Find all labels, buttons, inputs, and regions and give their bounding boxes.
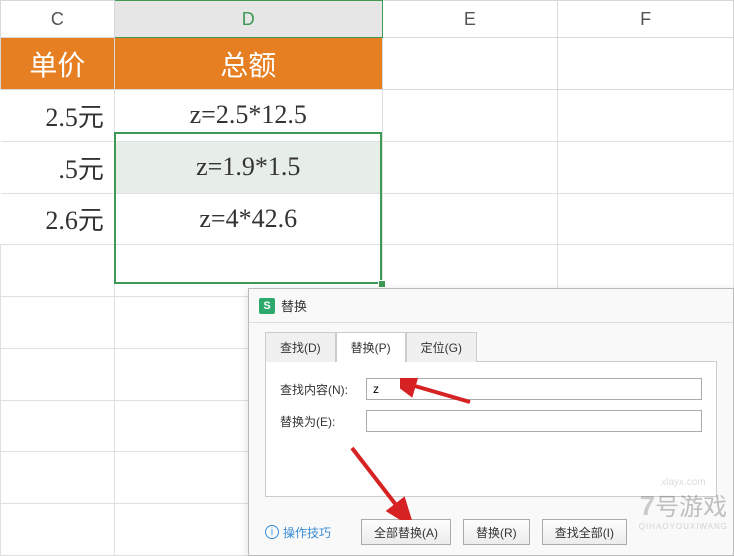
replace-all-button[interactable]: 全部替换(A) xyxy=(361,519,451,545)
empty-cell[interactable] xyxy=(382,193,558,245)
cell-d4[interactable]: z=4*42.6 xyxy=(114,193,382,245)
tab-find[interactable]: 查找(D) xyxy=(265,332,336,362)
cell-d2[interactable]: z=2.5*12.5 xyxy=(114,90,382,142)
tips-link[interactable]: i 操作技巧 xyxy=(265,524,331,541)
table-row: .5元 z=1.9*1.5 xyxy=(1,141,734,193)
col-header-c[interactable]: C xyxy=(1,1,115,38)
watermark: xlayx.com 7号游戏 QIHAOYOUXIWANG xyxy=(639,477,728,532)
selection-fill-handle[interactable] xyxy=(378,280,386,288)
find-what-input[interactable] xyxy=(366,378,702,400)
title-row: 单价 总额 xyxy=(1,38,734,90)
table-row: 2.5元 z=2.5*12.5 xyxy=(1,90,734,142)
tab-replace[interactable]: 替换(P) xyxy=(336,332,406,362)
replace-with-label: 替换为(E): xyxy=(280,413,358,430)
empty-cell[interactable] xyxy=(558,193,734,245)
empty-cell[interactable] xyxy=(382,90,558,142)
replace-with-input[interactable] xyxy=(366,410,702,432)
title-c[interactable]: 单价 xyxy=(1,38,115,90)
table-row: 2.6元 z=4*42.6 xyxy=(1,193,734,245)
replace-button[interactable]: 替换(R) xyxy=(463,519,530,545)
empty-cell[interactable] xyxy=(382,38,558,90)
column-header-row: C D E F xyxy=(1,1,734,38)
empty-cell[interactable] xyxy=(558,38,734,90)
dialog-tabs: 查找(D) 替换(P) 定位(G) xyxy=(249,323,733,361)
cell-c4[interactable]: 2.6元 xyxy=(1,193,115,245)
find-all-button[interactable]: 查找全部(I) xyxy=(542,519,627,545)
col-header-e[interactable]: E xyxy=(382,1,558,38)
app-icon: S xyxy=(259,298,275,314)
cell-d3[interactable]: z=1.9*1.5 xyxy=(114,141,382,193)
col-header-d[interactable]: D xyxy=(114,1,382,38)
empty-cell[interactable] xyxy=(558,141,734,193)
dialog-title-text: 替换 xyxy=(281,296,307,315)
find-what-label: 查找内容(N): xyxy=(280,381,358,398)
info-icon: i xyxy=(265,525,279,539)
col-header-f[interactable]: F xyxy=(558,1,734,38)
tips-label: 操作技巧 xyxy=(283,524,331,541)
empty-cell[interactable] xyxy=(558,90,734,142)
cell-c2[interactable]: 2.5元 xyxy=(1,90,115,142)
dialog-titlebar[interactable]: S 替换 xyxy=(249,289,733,323)
tab-goto[interactable]: 定位(G) xyxy=(406,332,477,362)
title-d[interactable]: 总额 xyxy=(114,38,382,90)
cell-c3[interactable]: .5元 xyxy=(1,141,115,193)
empty-cell[interactable] xyxy=(382,141,558,193)
